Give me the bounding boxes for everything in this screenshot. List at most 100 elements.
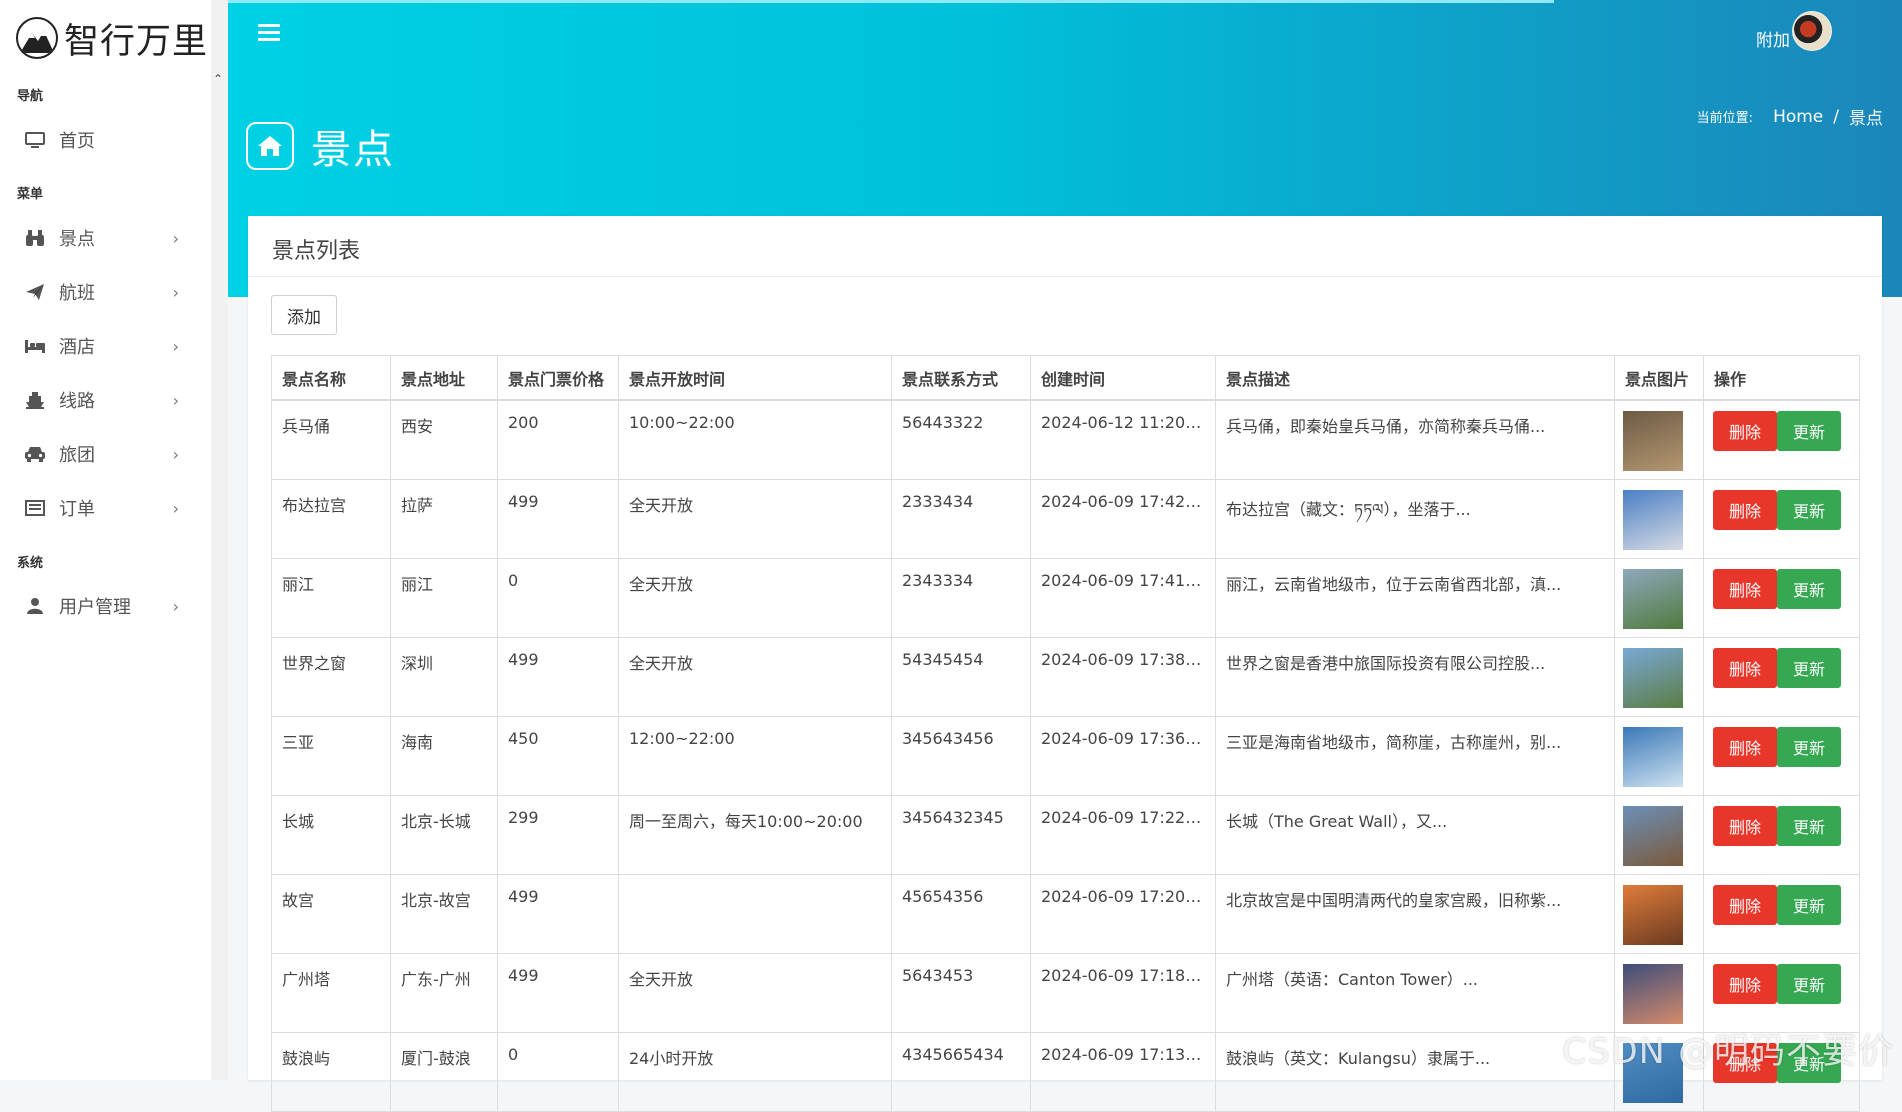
column-header[interactable]: 创建时间 [1030, 355, 1216, 401]
user-name[interactable]: 附加 [1756, 26, 1790, 51]
column-header[interactable]: 景点开放时间 [618, 355, 892, 401]
cell-hours [618, 873, 892, 954]
attraction-thumbnail[interactable] [1623, 489, 1683, 550]
attraction-thumbnail[interactable] [1623, 884, 1683, 945]
attraction-table: 景点名称 景点地址 景点门票价格 景点开放时间 景点联系方式 创建时间 景点描述… [271, 355, 1860, 1112]
table-row: 布达拉宫 拉萨 499 全天开放 2333434 2024-06-09 17:42:32 布… [271, 478, 1860, 559]
update-button[interactable]: 更新 [1777, 726, 1841, 767]
cell-name: 三亚 [271, 715, 391, 796]
delete-button[interactable]: 删除 [1713, 568, 1777, 609]
scroll-up-arrow-icon[interactable]: ⌃ [213, 72, 223, 86]
attraction-thumbnail[interactable] [1623, 568, 1683, 629]
column-header[interactable]: 景点图片 [1614, 355, 1704, 401]
chevron-right-icon: › [172, 283, 179, 302]
column-header[interactable]: 景点门票价格 [497, 355, 619, 401]
delete-button[interactable]: 删除 [1713, 726, 1777, 767]
car-icon [23, 445, 47, 463]
section-label-system: 系统 [17, 556, 44, 571]
breadcrumb-current: 景点 [1849, 109, 1883, 129]
home-icon [246, 122, 294, 170]
list-icon [23, 500, 47, 516]
mountain-logo-icon [16, 17, 58, 59]
sidebar-item-orders[interactable]: 订单 › [0, 488, 211, 528]
chevron-right-icon: › [172, 337, 179, 356]
cell-address: 拉萨 [390, 478, 498, 559]
cell-address: 北京-故宫 [390, 873, 498, 954]
cell-actions: 删除 更新 [1703, 715, 1860, 796]
chevron-right-icon: › [172, 229, 179, 248]
cell-contact: 56443322 [891, 399, 1031, 480]
column-header[interactable]: 操作 [1703, 355, 1860, 401]
update-button[interactable]: 更新 [1777, 489, 1841, 530]
binoculars-icon [23, 229, 47, 247]
sidebar-item-hotels[interactable]: 酒店 › [0, 326, 211, 366]
update-button[interactable]: 更新 [1777, 568, 1841, 609]
sidebar-scrollbar[interactable] [211, 0, 228, 1080]
sidebar-item-user-management[interactable]: 用户管理 › [0, 586, 211, 626]
avatar[interactable] [1792, 11, 1832, 51]
section-label-menu: 菜单 [17, 187, 44, 202]
delete-button[interactable]: 删除 [1713, 805, 1777, 846]
card-title: 景点列表 [272, 239, 361, 264]
sidebar-item-routes[interactable]: 线路 › [0, 380, 211, 420]
cell-desc: 世界之窗是香港中旅国际投资有限公司控股... [1215, 636, 1615, 717]
row-actions: 删除 更新 [1713, 805, 1849, 846]
cell-image [1614, 399, 1704, 480]
cell-created: 2024-06-09 17:20:23 [1030, 873, 1216, 954]
cell-contact: 5643453 [891, 952, 1031, 1033]
cell-contact: 3456432345 [891, 794, 1031, 875]
cell-price: 0 [497, 557, 619, 638]
brand[interactable]: 智行万里 [16, 14, 208, 62]
column-header[interactable]: 景点地址 [390, 355, 498, 401]
update-button[interactable]: 更新 [1777, 884, 1841, 925]
row-actions: 删除 更新 [1713, 411, 1849, 451]
sidebar-item-attractions[interactable]: 景点 › [0, 218, 211, 258]
delete-button[interactable]: 删除 [1713, 489, 1777, 530]
cell-created: 2024-06-09 17:41:00 [1030, 557, 1216, 638]
chevron-right-icon: › [172, 597, 179, 616]
table-row: 长城 北京-长城 299 周一至周六，每天10:00~20:00 3456432345 2… [271, 794, 1860, 875]
delete-button[interactable]: 删除 [1713, 884, 1777, 925]
page-heading: 景点 [246, 117, 395, 175]
cell-name: 丽江 [271, 557, 391, 638]
table-row: 丽江 丽江 0 全天开放 2343334 2024-06-09 17:41:00 丽江，云南… [271, 557, 1860, 638]
sidebar: 智行万里 导航 首页 菜单 景点 › 航班 › 酒店 › 线路 › 旅团 › 订… [0, 0, 212, 1080]
cell-image [1614, 794, 1704, 875]
attraction-thumbnail[interactable] [1623, 963, 1683, 1024]
row-actions: 删除 更新 [1713, 963, 1849, 1004]
cell-address: 广东-广州 [390, 952, 498, 1033]
cell-address: 深圳 [390, 636, 498, 717]
cell-price: 499 [497, 952, 619, 1033]
delete-button[interactable]: 删除 [1713, 647, 1777, 688]
column-header[interactable]: 景点描述 [1215, 355, 1615, 401]
attraction-list-card: 景点列表 添加 景点名称 景点地址 景点门票价格 景点开放时间 景点联系方式 创… [248, 216, 1882, 1112]
attraction-thumbnail[interactable] [1623, 647, 1683, 708]
card-divider [248, 276, 1882, 277]
section-label-nav: 导航 [17, 89, 44, 104]
menu-toggle-icon[interactable] [258, 24, 280, 45]
update-button[interactable]: 更新 [1777, 805, 1841, 846]
sidebar-item-flights[interactable]: 航班 › [0, 272, 211, 312]
column-header[interactable]: 景点名称 [271, 355, 391, 401]
sidebar-item-tours[interactable]: 旅团 › [0, 434, 211, 474]
attraction-thumbnail[interactable] [1623, 805, 1683, 866]
cell-address: 海南 [390, 715, 498, 796]
breadcrumb-home-link[interactable]: Home [1773, 107, 1823, 127]
cell-actions: 删除 更新 [1703, 399, 1860, 480]
attraction-thumbnail[interactable] [1623, 411, 1683, 471]
sidebar-item-home[interactable]: 首页 [0, 120, 211, 160]
update-button[interactable]: 更新 [1777, 647, 1841, 688]
chevron-right-icon: › [172, 499, 179, 518]
delete-button[interactable]: 删除 [1713, 411, 1777, 451]
update-button[interactable]: 更新 [1777, 411, 1841, 451]
column-header[interactable]: 景点联系方式 [891, 355, 1031, 401]
attraction-thumbnail[interactable] [1623, 726, 1683, 787]
add-button[interactable]: 添加 [271, 295, 337, 335]
update-button[interactable]: 更新 [1777, 963, 1841, 1004]
cell-price: 450 [497, 715, 619, 796]
cell-name: 广州塔 [271, 952, 391, 1033]
cell-actions: 删除 更新 [1703, 873, 1860, 954]
cell-actions: 删除 更新 [1703, 478, 1860, 559]
delete-button[interactable]: 删除 [1713, 963, 1777, 1004]
user-icon [23, 597, 47, 615]
